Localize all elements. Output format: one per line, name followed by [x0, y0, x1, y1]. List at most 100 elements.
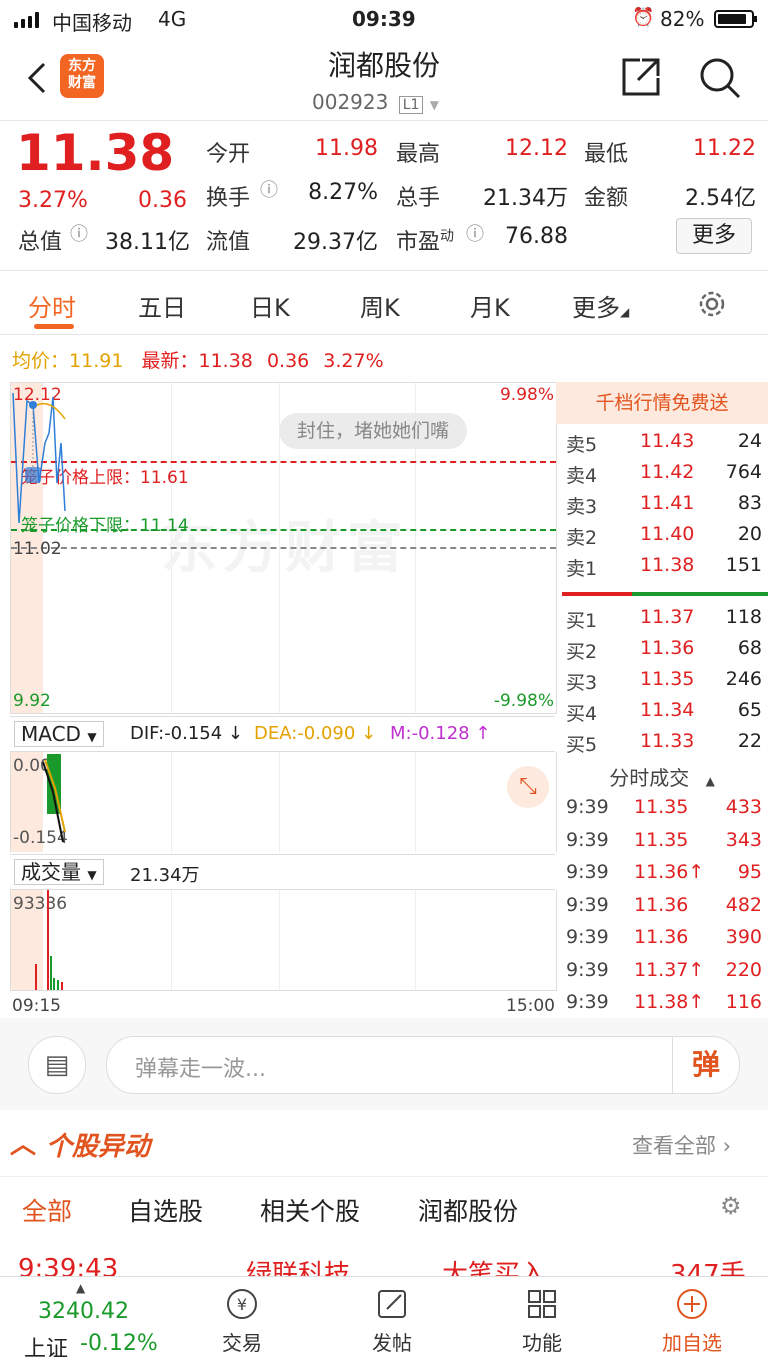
- post-button[interactable]: 发帖: [342, 1287, 442, 1356]
- tab-more[interactable]: 更多◢: [572, 288, 629, 323]
- buy-level-row: 买5 11.33 22: [566, 730, 762, 756]
- danmu-send-button[interactable]: 弹: [672, 1037, 739, 1093]
- high-value: 12.12: [505, 136, 568, 161]
- axis-low-pct-label: -9.98%: [493, 691, 554, 711]
- more-button[interactable]: 更多: [676, 218, 752, 254]
- movement-title: 个股异动: [46, 1132, 151, 1162]
- intraday-chart[interactable]: 东方财富 12.12 9.98% 11.02 9.92 -9.98% 笼子价格上…: [10, 382, 557, 714]
- quote-panel: 11.38 3.27% 0.36 今开 11.98 最高 12.12 最低 11…: [0, 120, 768, 271]
- change-amount: 0.36: [138, 188, 187, 213]
- axis-high-pct-label: 9.98%: [499, 385, 554, 405]
- volume-label: 总手: [396, 186, 441, 211]
- bottom-toolbar: ▲ 3240.42 上证 -0.12% ¥ 交易 发帖 功能 加自选: [0, 1276, 768, 1367]
- buy-strength-bar: [632, 592, 768, 596]
- tab-intraday[interactable]: 分时: [28, 288, 76, 323]
- movement-tab-related[interactable]: 相关个股: [260, 1192, 360, 1228]
- float-cap-label: 流值: [206, 230, 251, 255]
- expand-up-icon: ▲: [76, 1281, 86, 1295]
- expand-icon[interactable]: ⤡: [507, 766, 549, 808]
- volume-selector[interactable]: 成交量 ▼: [14, 859, 104, 885]
- chart-tabs: 分时 五日 日K 周K 月K 更多◢: [0, 272, 768, 335]
- sell-level-row: 卖5 11.43 24: [566, 430, 762, 456]
- stock-header: 东方 财富 润都股份 002923 L1 ▼: [0, 38, 768, 121]
- sell-strength-bar: [562, 592, 632, 596]
- tick-row: 9:39 11.37↑ 220: [566, 958, 762, 981]
- tick-row: 9:39 11.36 482: [566, 893, 762, 916]
- tab-weekly-k[interactable]: 周K: [360, 288, 400, 323]
- open-value: 11.98: [315, 136, 378, 161]
- volume-chart[interactable]: 93336: [10, 890, 557, 991]
- svg-text:¥: ¥: [237, 1295, 247, 1314]
- sell-level-row: 卖2 11.40 20: [566, 523, 762, 549]
- low-label: 最低: [584, 142, 629, 167]
- share-icon[interactable]: [620, 56, 662, 98]
- macd-histogram: [42, 754, 66, 843]
- search-icon[interactable]: [698, 56, 742, 100]
- time-start: 09:15: [12, 996, 61, 1016]
- market-cap-value: 38.11亿: [105, 230, 190, 255]
- macd-bar: MACD ▼ DIF:-0.154 ↓ DEA:-0.090 ↓ M:-0.12…: [10, 716, 555, 752]
- volume-value: 21.34万: [483, 186, 568, 211]
- time-end: 15:00: [506, 996, 555, 1016]
- movement-row[interactable]: 9:39:43 绿联科技 大笔买入 347手: [0, 1254, 768, 1278]
- index-change: -0.12%: [80, 1331, 158, 1356]
- volume-total: 21.34万: [130, 865, 200, 886]
- macd-chart[interactable]: 0.000 -0.154 ⤡: [10, 752, 557, 852]
- danmu-settings-icon[interactable]: ▤: [28, 1036, 86, 1094]
- market-cap-label: 总值: [18, 230, 63, 255]
- movement-tab-all[interactable]: 全部: [22, 1192, 72, 1228]
- functions-button[interactable]: 功能: [492, 1287, 592, 1356]
- tick-row: 9:39 11.36↑ 95: [566, 861, 762, 883]
- view-all-link[interactable]: 查看全部 ›: [632, 1130, 731, 1160]
- movement-header: ︿ 个股异动 查看全部 ›: [0, 1112, 768, 1177]
- axis-low-label: 9.92: [13, 691, 51, 711]
- turnover-label: 换手: [206, 186, 251, 211]
- plus-circle-icon: [677, 1289, 707, 1319]
- add-watchlist-button[interactable]: 加自选: [642, 1287, 742, 1356]
- high-label: 最高: [396, 142, 441, 167]
- turnover-value: 8.27%: [308, 180, 378, 205]
- buy-level-row: 买1 11.37 118: [566, 606, 762, 632]
- buy-level-row: 买2 11.36 68: [566, 637, 762, 663]
- promo-banner[interactable]: 千档行情免费送: [556, 382, 768, 424]
- movement-settings-gear-icon[interactable]: ⚙: [720, 1192, 742, 1220]
- pe-label: 市盈动: [396, 228, 455, 255]
- tick-row: 9:39 11.35 433: [566, 796, 762, 818]
- float-cap-value: 29.37亿: [293, 230, 378, 255]
- change-percent: 3.27%: [18, 188, 88, 213]
- stock-code[interactable]: 002923 L1 ▼: [312, 90, 439, 114]
- sort-up-icon: ▲: [705, 774, 715, 788]
- tick-row: 9:39 11.35 343: [566, 828, 762, 851]
- tick-row: 9:39 11.38↑ 116: [566, 991, 762, 1013]
- open-label: 今开: [206, 142, 251, 167]
- clock: 09:39: [352, 7, 416, 31]
- danmu-input[interactable]: 弹幕走一波... 弹: [106, 1036, 740, 1094]
- battery-percent: 82%: [660, 7, 705, 31]
- last-price: 11.38: [16, 124, 175, 182]
- movement-tabs: 全部 自选股 相关个股 润都股份 ⚙: [0, 1178, 768, 1240]
- signal-icon: [14, 12, 44, 28]
- ticks-title[interactable]: 分时成交 ▲: [556, 762, 768, 791]
- tab-five-day[interactable]: 五日: [138, 288, 186, 323]
- amount-label: 金额: [584, 186, 629, 211]
- price-line: [12, 392, 66, 523]
- tab-daily-k[interactable]: 日K: [250, 288, 290, 323]
- carrier: 中国移动: [52, 11, 132, 35]
- collapse-icon[interactable]: ︿: [10, 1124, 36, 1161]
- low-value: 11.22: [693, 136, 756, 161]
- movement-tab-stock[interactable]: 润都股份: [418, 1192, 518, 1228]
- movement-tab-watchlist[interactable]: 自选股: [128, 1192, 203, 1228]
- chevron-down-icon: ▼: [429, 98, 440, 112]
- buy-level-row: 买3 11.35 246: [566, 668, 762, 694]
- tab-monthly-k[interactable]: 月K: [470, 288, 510, 323]
- pe-value: 76.88: [505, 224, 568, 249]
- alarm-icon: ⏰: [632, 7, 655, 28]
- active-tab-indicator: [34, 324, 74, 329]
- battery-icon: [714, 10, 757, 28]
- trade-button[interactable]: ¥ 交易: [192, 1287, 292, 1356]
- macd-selector[interactable]: MACD ▼: [14, 721, 104, 747]
- index-ticker[interactable]: ▲ 3240.42 上证 -0.12%: [10, 1281, 180, 1365]
- settings-gear-icon[interactable]: [696, 288, 728, 320]
- macd-m: M:-0.128 ↑: [390, 723, 491, 744]
- edit-icon: [378, 1290, 406, 1318]
